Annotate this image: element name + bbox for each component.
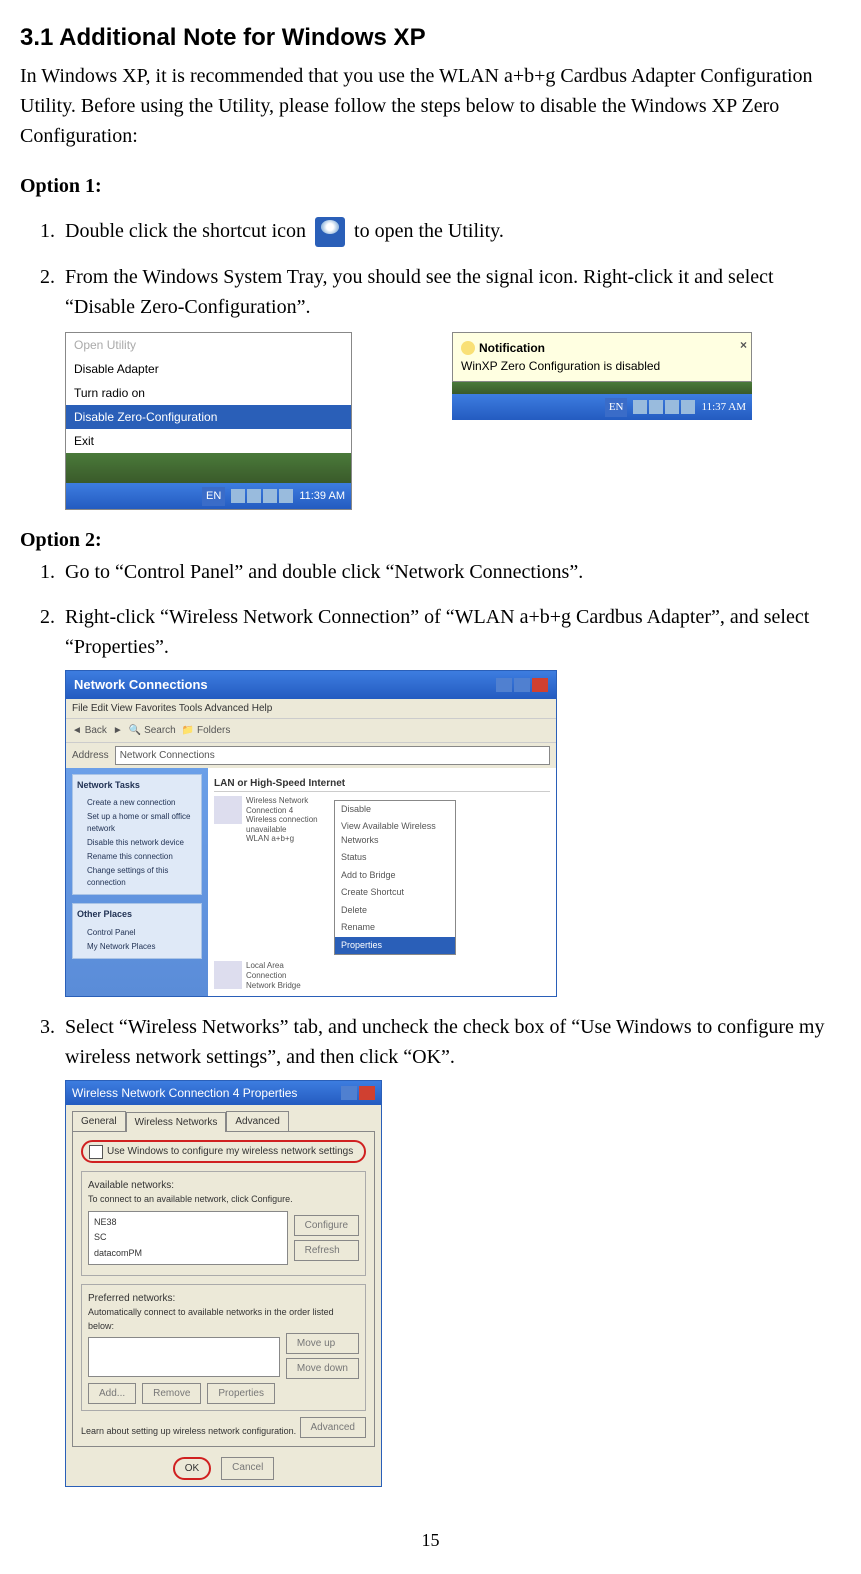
intro-paragraph: In Windows XP, it is recommended that yo…: [20, 61, 841, 151]
maximize-icon[interactable]: [514, 678, 530, 692]
link-network-places[interactable]: My Network Places: [77, 940, 197, 954]
balloon-body-text: WinXP Zero Configuration is disabled: [461, 357, 743, 375]
refresh-button[interactable]: Refresh: [294, 1240, 359, 1261]
use-windows-checkbox-row[interactable]: Use Windows to configure my wireless net…: [81, 1140, 366, 1163]
address-label: Address: [72, 748, 109, 763]
lang-indicator-2: EN: [605, 398, 628, 417]
properties-dialog: Wireless Network Connection 4 Properties…: [65, 1080, 382, 1487]
available-networks-label: Available networks:: [88, 1178, 359, 1193]
cancel-button[interactable]: Cancel: [221, 1457, 274, 1480]
tab-advanced[interactable]: Advanced: [226, 1111, 288, 1131]
option2-step-2-text: Right-click “Wireless Network Connection…: [65, 606, 809, 658]
ok-button[interactable]: OK: [173, 1457, 211, 1480]
learn-about-link[interactable]: Learn about setting up wireless network …: [81, 1425, 300, 1439]
properties-button[interactable]: Properties: [207, 1383, 275, 1404]
group-lan-heading: LAN or High-Speed Internet: [214, 776, 550, 792]
use-windows-label: Use Windows to configure my wireless net…: [107, 1144, 353, 1159]
remove-button[interactable]: Remove: [142, 1383, 201, 1404]
network-connections-window: Network Connections File Edit View Favor…: [65, 670, 557, 997]
ctx-delete[interactable]: Delete: [335, 902, 455, 920]
use-windows-checkbox[interactable]: [89, 1145, 103, 1159]
ctx-status[interactable]: Status: [335, 849, 455, 867]
props-title-text: Wireless Network Connection 4 Properties: [72, 1084, 297, 1102]
menu-exit[interactable]: Exit: [66, 429, 351, 453]
task-setup-network[interactable]: Set up a home or small office network: [77, 810, 197, 836]
ctx-add-bridge[interactable]: Add to Bridge: [335, 867, 455, 885]
task-create-connection[interactable]: Create a new connection: [77, 796, 197, 810]
ctx-rename[interactable]: Rename: [335, 919, 455, 937]
lang-indicator: EN: [202, 487, 225, 506]
nc-toolbar: ◄ Back ► 🔍 Search 📁 Folders: [66, 718, 556, 743]
moveup-button[interactable]: Move up: [286, 1333, 359, 1354]
option1-step-2: From the Windows System Tray, you should…: [60, 262, 841, 510]
preferred-networks-list[interactable]: [88, 1337, 280, 1377]
option2-step-1: Go to “Control Panel” and double click “…: [60, 557, 841, 587]
balloon-close-icon[interactable]: ×: [740, 336, 747, 354]
option1-step-1: Double click the shortcut icon to open t…: [60, 216, 841, 247]
option2-step-3-text: Select “Wireless Networks” tab, and unch…: [65, 1016, 824, 1068]
folders-button[interactable]: 📁 Folders: [182, 723, 231, 738]
notification-icon: [461, 341, 475, 355]
other-places-heading: Other Places: [77, 908, 197, 922]
task-change-settings[interactable]: Change settings of this connection: [77, 864, 197, 890]
wireless-icon: [214, 796, 242, 824]
option2-step-3: Select “Wireless Networks” tab, and unch…: [60, 1012, 841, 1487]
add-button[interactable]: Add...: [88, 1383, 136, 1404]
link-control-panel[interactable]: Control Panel: [77, 926, 197, 940]
lan-connection-item[interactable]: Local Area Connection Network Bridge: [214, 961, 324, 990]
notification-balloon-figure: × Notification WinXP Zero Configuration …: [452, 332, 752, 510]
tab-wireless-networks[interactable]: Wireless Networks: [126, 1112, 227, 1132]
network-tasks-heading: Network Tasks: [77, 779, 197, 793]
nc-menubar[interactable]: File Edit View Favorites Tools Advanced …: [66, 699, 556, 718]
step2-text: From the Windows System Tray, you should…: [65, 266, 774, 318]
task-disable-device[interactable]: Disable this network device: [77, 836, 197, 850]
configure-button[interactable]: Configure: [294, 1215, 359, 1236]
minimize-icon[interactable]: [496, 678, 512, 692]
clock-2: 11:37 AM: [701, 399, 746, 416]
balloon-title-text: Notification: [479, 339, 545, 357]
menu-turn-radio-on[interactable]: Turn radio on: [66, 381, 351, 405]
props-close-icon[interactable]: [359, 1086, 375, 1100]
task-rename-connection[interactable]: Rename this connection: [77, 850, 197, 864]
available-networks-list[interactable]: NE38 SC datacomPM: [88, 1211, 288, 1266]
menu-disable-zero-config[interactable]: Disable Zero-Configuration: [66, 405, 351, 429]
close-icon[interactable]: [532, 678, 548, 692]
lan-icon: [214, 961, 242, 989]
taskbar-1: EN 11:39 AM: [66, 483, 351, 509]
wireless-connection-item[interactable]: Wireless Network Connection 4 Wireless c…: [214, 796, 324, 956]
tray-context-menu-figure: Open Utility Disable Adapter Turn radio …: [65, 332, 352, 510]
ctx-properties[interactable]: Properties: [335, 937, 455, 955]
wlan-shortcut-icon: [315, 217, 345, 247]
forward-button[interactable]: ►: [113, 723, 123, 738]
context-menu: Disable View Available Wireless Networks…: [334, 800, 456, 956]
ctx-view-networks[interactable]: View Available Wireless Networks: [335, 818, 455, 849]
preferred-networks-label: Preferred networks:: [88, 1291, 359, 1306]
step1-pre-text: Double click the shortcut icon: [65, 220, 311, 242]
menu-open-utility[interactable]: Open Utility: [66, 333, 351, 357]
clock-1: 11:39 AM: [299, 488, 345, 505]
option2-step-2: Right-click “Wireless Network Connection…: [60, 602, 841, 997]
address-field[interactable]: Network Connections: [115, 746, 550, 765]
back-button[interactable]: ◄ Back: [72, 723, 107, 738]
ctx-disable[interactable]: Disable: [335, 801, 455, 819]
tab-general[interactable]: General: [72, 1111, 126, 1131]
help-icon[interactable]: [341, 1086, 357, 1100]
menu-disable-adapter[interactable]: Disable Adapter: [66, 357, 351, 381]
movedown-button[interactable]: Move down: [286, 1358, 359, 1379]
option-2-heading: Option 2:: [20, 525, 841, 555]
taskbar-2: EN 11:37 AM: [452, 394, 752, 420]
option-1-heading: Option 1:: [20, 171, 841, 201]
search-button[interactable]: 🔍 Search: [129, 723, 176, 738]
ctx-create-shortcut[interactable]: Create Shortcut: [335, 884, 455, 902]
step1-post-text: to open the Utility.: [354, 220, 504, 242]
page-number: 15: [20, 1527, 841, 1554]
section-heading: 3.1 Additional Note for Windows XP: [20, 20, 841, 56]
preferred-networks-desc: Automatically connect to available netwo…: [88, 1306, 359, 1333]
available-networks-desc: To connect to an available network, clic…: [88, 1193, 359, 1207]
tray-icons: [231, 489, 293, 503]
tray-icons-2: [633, 400, 695, 414]
nc-window-title: Network Connections: [74, 675, 208, 695]
advanced-button[interactable]: Advanced: [300, 1417, 366, 1438]
